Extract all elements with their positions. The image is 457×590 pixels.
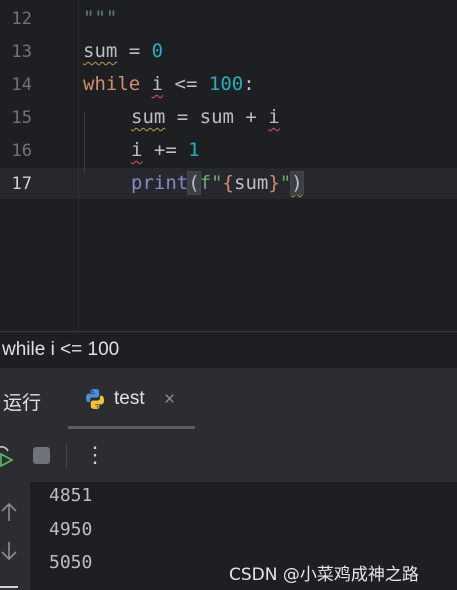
line-number-gutter: 12 13 14 15 16 17 bbox=[0, 0, 78, 330]
operator-token: = bbox=[117, 40, 152, 62]
code-line-16[interactable]: i += 1 bbox=[131, 139, 200, 161]
operator-token: <= bbox=[163, 73, 209, 95]
builtin-token: print bbox=[131, 172, 189, 194]
arrow-up-icon[interactable] bbox=[0, 502, 18, 522]
expression-token: = sum + bbox=[165, 106, 269, 128]
console-line: 4950 bbox=[49, 519, 93, 540]
identifier-token: sum bbox=[83, 40, 118, 62]
watermark: CSDN @小菜鸡成神之路 bbox=[229, 565, 419, 585]
line-number: 14 bbox=[11, 75, 32, 95]
console-gutter bbox=[0, 482, 30, 590]
identifier-token: sum bbox=[131, 106, 166, 128]
code-line-12[interactable]: """ bbox=[83, 7, 117, 29]
paren-token: ) bbox=[290, 171, 304, 195]
code-line-13[interactable]: sum = 0 bbox=[83, 40, 163, 62]
docstring-token: """ bbox=[83, 7, 118, 29]
gutter-divider bbox=[78, 0, 79, 330]
number-token: 0 bbox=[151, 40, 164, 62]
identifier-token: i bbox=[131, 139, 143, 161]
line-number: 12 bbox=[11, 9, 32, 29]
more-options-icon[interactable]: ⋮ bbox=[84, 442, 106, 468]
breadcrumb[interactable]: while i <= 100 bbox=[2, 339, 119, 361]
line-number: 15 bbox=[11, 108, 32, 128]
rerun-icon[interactable] bbox=[0, 445, 16, 467]
operator-token: += bbox=[142, 139, 189, 161]
line-number-active: 17 bbox=[11, 174, 32, 194]
run-tool-window-header: 运行 test × bbox=[0, 367, 457, 431]
toolbar-separator bbox=[66, 442, 67, 470]
python-icon bbox=[86, 389, 104, 409]
brace-token: { bbox=[222, 172, 234, 194]
code-editor[interactable]: 12 13 14 15 16 17 """ sum = 0 while i <=… bbox=[0, 0, 457, 330]
identifier-token: i bbox=[268, 106, 280, 128]
keyword-token: while bbox=[83, 73, 141, 95]
string-token: " bbox=[279, 172, 292, 194]
stop-icon[interactable] bbox=[33, 447, 50, 464]
fstring-prefix-token: f" bbox=[199, 172, 223, 194]
scroll-to-end-icon[interactable] bbox=[0, 586, 18, 588]
arrow-down-icon[interactable] bbox=[0, 541, 18, 561]
code-line-17[interactable]: print(f"{sum}") bbox=[131, 171, 304, 195]
code-line-14[interactable]: while i <= 100: bbox=[83, 73, 255, 95]
tab-active-indicator bbox=[68, 426, 195, 429]
code-line-15[interactable]: sum = sum + i bbox=[131, 106, 280, 128]
number-token: 100 bbox=[208, 73, 244, 95]
punctuation-token: : bbox=[243, 73, 255, 95]
tab-test[interactable]: test × bbox=[68, 368, 195, 431]
tab-label: test bbox=[114, 388, 145, 409]
run-toolbar: ⋮ bbox=[0, 430, 457, 482]
indent-guide bbox=[84, 112, 85, 174]
close-icon[interactable]: × bbox=[164, 389, 175, 411]
line-number: 13 bbox=[11, 42, 32, 62]
breadcrumb-bar: while i <= 100 bbox=[0, 331, 457, 368]
line-number: 16 bbox=[11, 141, 32, 161]
console-line: 5050 bbox=[49, 552, 93, 573]
brace-token: } bbox=[268, 172, 280, 194]
number-token: 1 bbox=[188, 139, 200, 161]
paren-token: ( bbox=[187, 171, 201, 195]
identifier-token: sum bbox=[234, 172, 269, 194]
run-panel-title: 运行 bbox=[3, 393, 42, 414]
identifier-token: i bbox=[151, 73, 164, 95]
console-line: 4851 bbox=[49, 485, 93, 506]
